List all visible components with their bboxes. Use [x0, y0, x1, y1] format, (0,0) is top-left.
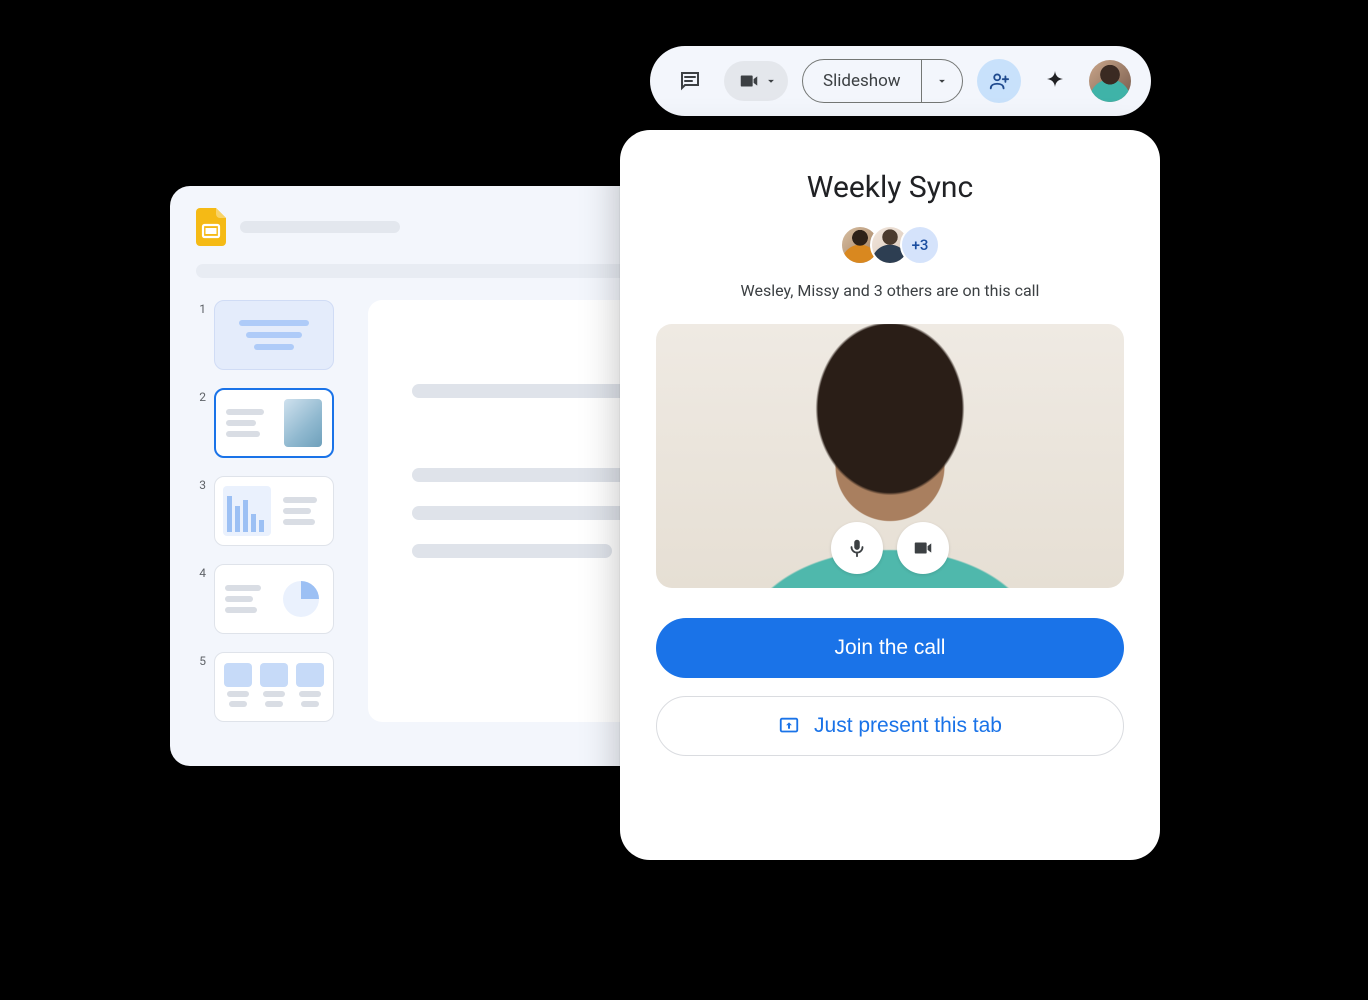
slides-toolbar-placeholder	[196, 264, 676, 278]
thumb-row: 1	[196, 300, 346, 370]
join-call-button[interactable]: Join the call	[656, 618, 1124, 678]
thumb-row: 4	[196, 564, 346, 634]
thumb-number: 4	[196, 564, 206, 580]
present-screen-icon	[778, 715, 800, 737]
meet-video-button[interactable]	[724, 61, 788, 101]
meet-join-panel: Weekly Sync +3 Wesley, Missy and 3 other…	[620, 130, 1160, 860]
gemini-sparkle-button[interactable]	[1035, 61, 1075, 101]
slides-title-placeholder	[240, 221, 400, 233]
slideshow-label: Slideshow	[823, 71, 901, 91]
sparkle-icon	[1043, 69, 1067, 93]
slide-thumbnail-4[interactable]	[214, 564, 334, 634]
thumb-number: 3	[196, 476, 206, 492]
top-toolbar: Slideshow	[650, 46, 1151, 116]
chevron-down-icon	[935, 74, 949, 88]
slide-thumbnail-3[interactable]	[214, 476, 334, 546]
comments-button[interactable]	[670, 61, 710, 101]
meeting-title: Weekly Sync	[807, 170, 973, 205]
slide-thumbnail-1[interactable]	[214, 300, 334, 370]
share-button[interactable]	[977, 59, 1021, 103]
present-tab-label: Just present this tab	[814, 714, 1002, 738]
slides-logo-icon	[196, 208, 226, 246]
person-add-icon	[988, 70, 1010, 92]
thumb-row: 5	[196, 652, 346, 722]
slideshow-button[interactable]: Slideshow	[803, 60, 922, 102]
join-call-label: Join the call	[835, 636, 946, 660]
camera-toggle-button[interactable]	[897, 522, 949, 574]
slideshow-button-group: Slideshow	[802, 59, 963, 103]
slideshow-dropdown-button[interactable]	[922, 60, 962, 102]
self-video-preview	[656, 324, 1124, 588]
video-camera-icon	[738, 70, 760, 92]
slide-thumbnails: 1 2 3	[196, 300, 346, 722]
thumb-number: 5	[196, 652, 206, 668]
participant-avatars: +3	[840, 225, 940, 265]
microphone-icon	[846, 537, 868, 559]
user-avatar[interactable]	[1089, 60, 1131, 102]
present-tab-button[interactable]: Just present this tab	[656, 696, 1124, 756]
participants-subtitle: Wesley, Missy and 3 others are on this c…	[741, 281, 1040, 300]
thumb-row: 3	[196, 476, 346, 546]
mic-toggle-button[interactable]	[831, 522, 883, 574]
thumb-number: 1	[196, 300, 206, 316]
slide-thumbnail-2-selected[interactable]	[214, 388, 334, 458]
thumb-row: 2	[196, 388, 346, 458]
video-camera-icon	[912, 537, 934, 559]
preview-controls	[831, 522, 949, 574]
chevron-down-icon	[764, 74, 778, 88]
participant-more-badge: +3	[900, 225, 940, 265]
slide-thumbnail-5[interactable]	[214, 652, 334, 722]
thumb-number: 2	[196, 388, 206, 404]
